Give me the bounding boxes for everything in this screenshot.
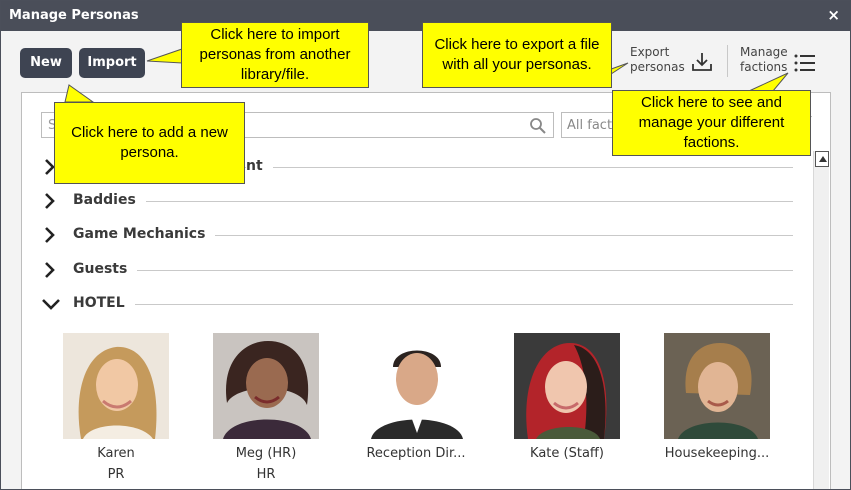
callout-import: Click here to import personas from anoth… (181, 22, 369, 88)
callout-export: Click here to export a file with all you… (422, 22, 612, 88)
manage-personas-window: Manage Personas × New Import Export pers… (0, 0, 851, 490)
callout-factions: Click here to see and manage your differ… (612, 90, 811, 156)
callout-new: Click here to add a new persona. (54, 102, 245, 184)
